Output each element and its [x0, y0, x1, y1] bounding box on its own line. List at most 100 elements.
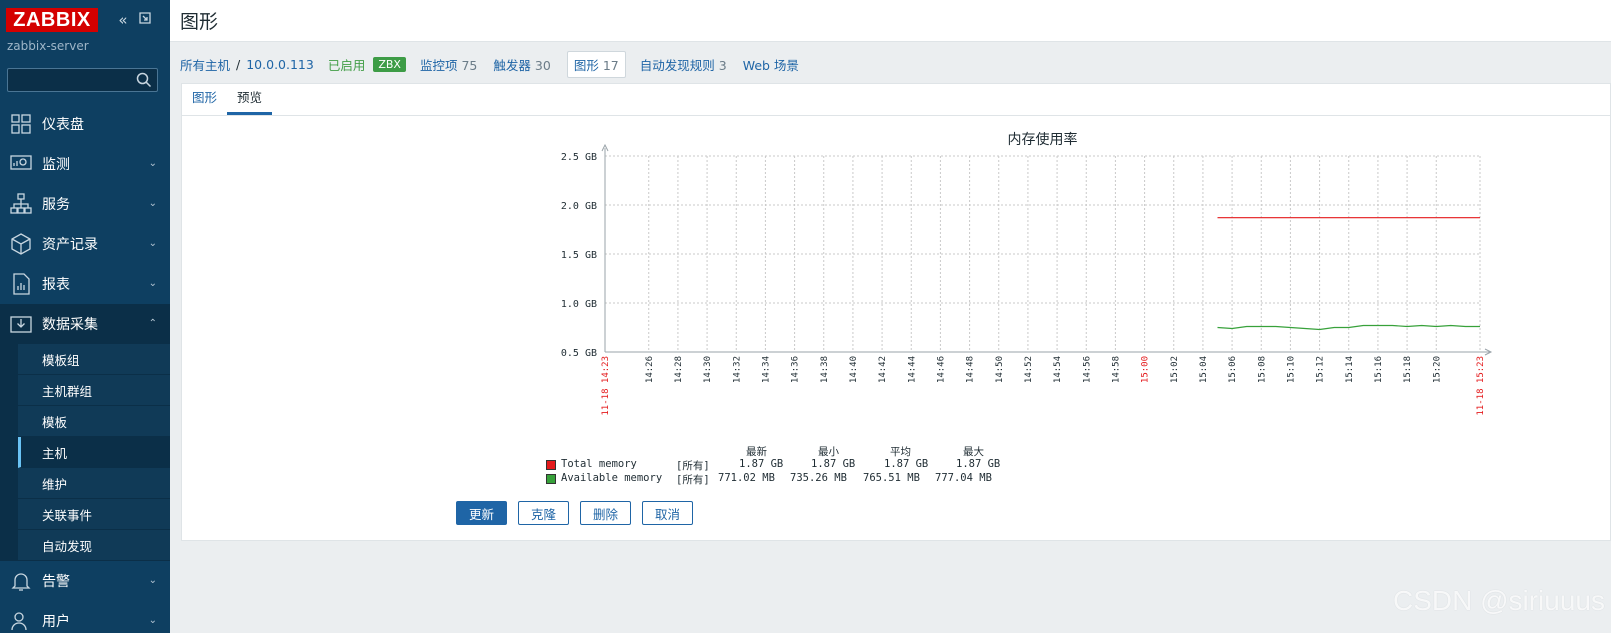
legend-latest: 1.87 GB	[739, 458, 784, 470]
status-enabled-link[interactable]: 已启用	[328, 55, 366, 74]
legend-series-name: Total memory	[561, 458, 637, 470]
tab-graph[interactable]: 图形	[182, 84, 227, 115]
discovery-count: 3	[718, 57, 727, 73]
users-icon	[11, 612, 27, 631]
legend-series-name: Available memory	[561, 472, 663, 484]
x-tick-label: 14:30	[703, 356, 713, 383]
x-tick-label: 11-18 14:23	[601, 356, 611, 416]
submenu-event-correlation[interactable]: 关联事件	[18, 499, 170, 530]
legend-latest: 771.02 MB	[718, 472, 775, 484]
triggers-label[interactable]: 触发器	[493, 58, 531, 73]
search-input[interactable]	[8, 69, 128, 91]
submenu-host-groups[interactable]: 主机群组	[18, 375, 170, 406]
submenu-template-groups[interactable]: 模板组	[18, 344, 170, 375]
x-tick-label: 15:02	[1170, 356, 1180, 383]
x-tick-label: 14:48	[966, 356, 976, 383]
search-box	[7, 68, 158, 92]
graphs-link[interactable]: 图形 17	[566, 50, 626, 78]
inventory-icon	[11, 233, 31, 255]
legend-row-available-memory: Available memory [所有] 771.02 MB 735.26 M…	[546, 472, 1046, 486]
chart-legend: 最新 最小 平均 最大 Total memory [所有] 1.87 GB 1.…	[546, 444, 1046, 486]
x-tick-label: 14:36	[791, 356, 801, 383]
tab-preview[interactable]: 预览	[227, 84, 273, 115]
x-tick-label: 14:46	[936, 356, 946, 383]
x-tick-label: 14:58	[1111, 356, 1121, 383]
submenu-hosts[interactable]: 主机	[18, 437, 170, 468]
x-tick-label: 15:14	[1345, 356, 1355, 383]
data-collection-icon	[10, 316, 32, 333]
menu-monitoring[interactable]: 监测 ⌄	[0, 144, 170, 184]
x-tick-label: 14:26	[645, 356, 655, 383]
all-hosts-link[interactable]: 所有主机	[180, 55, 230, 74]
discovery-label[interactable]: 自动发现规则	[640, 58, 715, 73]
x-tick-label: 15:10	[1286, 356, 1296, 383]
x-tick-label: 15:18	[1403, 356, 1413, 383]
chevron-up-icon: ⌃	[148, 318, 157, 329]
legend-avg: 765.51 MB	[863, 472, 920, 484]
x-tick-label: 15:00	[1141, 356, 1151, 383]
discovery-rules-link[interactable]: 自动发现规则 3	[640, 55, 727, 74]
legend-header-avg: 平均	[890, 446, 911, 458]
x-tick-label: 14:28	[674, 356, 684, 383]
x-tick-label: 15:06	[1228, 356, 1238, 383]
legend-swatch-red	[546, 460, 556, 470]
submenu-templates[interactable]: 模板	[18, 406, 170, 437]
graphs-label[interactable]: 图形	[574, 58, 599, 73]
x-tick-label: 15:12	[1316, 356, 1326, 383]
watermark: CSDN @siriuuus	[1392, 585, 1605, 616]
legend-scope: [所有]	[676, 460, 710, 472]
page-title: 图形	[180, 11, 219, 33]
expand-icon[interactable]	[136, 11, 154, 29]
x-tick-label: 14:52	[1024, 356, 1034, 383]
delete-button[interactable]: 删除	[580, 501, 632, 525]
x-tick-label: 14:54	[1053, 356, 1063, 383]
tab-divider	[182, 115, 1610, 116]
y-tick-label: 1.5 GB	[561, 250, 597, 261]
dashboard-icon	[11, 114, 31, 134]
y-tick-label: 1.0 GB	[561, 299, 597, 310]
chart-title: 内存使用率	[1008, 131, 1078, 148]
x-tick-label: 15:16	[1374, 356, 1384, 383]
services-icon	[10, 193, 32, 214]
legend-min: 735.26 MB	[790, 472, 847, 484]
x-tick-label: 14:32	[732, 356, 742, 383]
zbx-badge: ZBX	[373, 56, 406, 72]
y-tick-label: 2.0 GB	[561, 201, 597, 212]
submenu-maintenance[interactable]: 维护	[18, 468, 170, 499]
legend-swatch-green	[546, 474, 556, 484]
legend-header-max: 最大	[963, 446, 984, 458]
clone-button[interactable]: 克隆	[518, 501, 570, 525]
host-link[interactable]: 10.0.0.113	[246, 57, 314, 72]
zabbix-logo[interactable]: ZABBIX	[6, 8, 98, 32]
server-name: zabbix-server	[7, 39, 89, 53]
menu-inventory[interactable]: 资产记录 ⌄	[0, 224, 170, 264]
menu-services[interactable]: 服务 ⌄	[0, 184, 170, 224]
y-tick-label: 0.5 GB	[561, 348, 597, 359]
menu-dashboard[interactable]: 仪表盘	[0, 104, 170, 144]
menu-users[interactable]: 用户 ⌄	[0, 601, 170, 633]
items-link[interactable]: 监控项 75	[420, 55, 477, 74]
menu-reports[interactable]: 报表 ⌄	[0, 264, 170, 304]
double-chevron-left-icon[interactable]: «	[114, 11, 132, 29]
submenu-discovery[interactable]: 自动发现	[18, 530, 170, 561]
items-label[interactable]: 监控项	[420, 58, 458, 73]
sidebar: ZABBIX « zabbix-server 仪表盘 监测 ⌄ 服务 ⌄ 资产记…	[0, 0, 170, 633]
x-tick-label: 14:50	[995, 356, 1005, 383]
search-icon[interactable]	[136, 72, 152, 88]
data-collection-submenu: 模板组 主机群组 模板 主机 维护 关联事件 自动发现	[0, 344, 170, 561]
menu-data-collection[interactable]: 数据采集 ⌃	[0, 304, 170, 344]
cancel-button[interactable]: 取消	[642, 501, 694, 525]
x-tick-label: 11-18 15:23	[1476, 356, 1486, 416]
web-scenarios-link[interactable]: Web 场景	[743, 55, 799, 74]
breadcrumb-separator: /	[236, 56, 241, 72]
legend-header-min: 最小	[818, 446, 839, 458]
x-tick-label: 14:34	[761, 356, 771, 383]
items-count: 75	[461, 57, 478, 73]
form-actions: 更新 克隆 删除 取消	[456, 501, 694, 525]
triggers-link[interactable]: 触发器 30	[493, 55, 550, 74]
menu-alerts[interactable]: 告警 ⌄	[0, 561, 170, 601]
alerts-icon	[11, 573, 31, 591]
update-button[interactable]: 更新	[456, 501, 508, 525]
legend-scope: [所有]	[676, 474, 710, 486]
chevron-down-icon: ⌄	[148, 615, 157, 626]
